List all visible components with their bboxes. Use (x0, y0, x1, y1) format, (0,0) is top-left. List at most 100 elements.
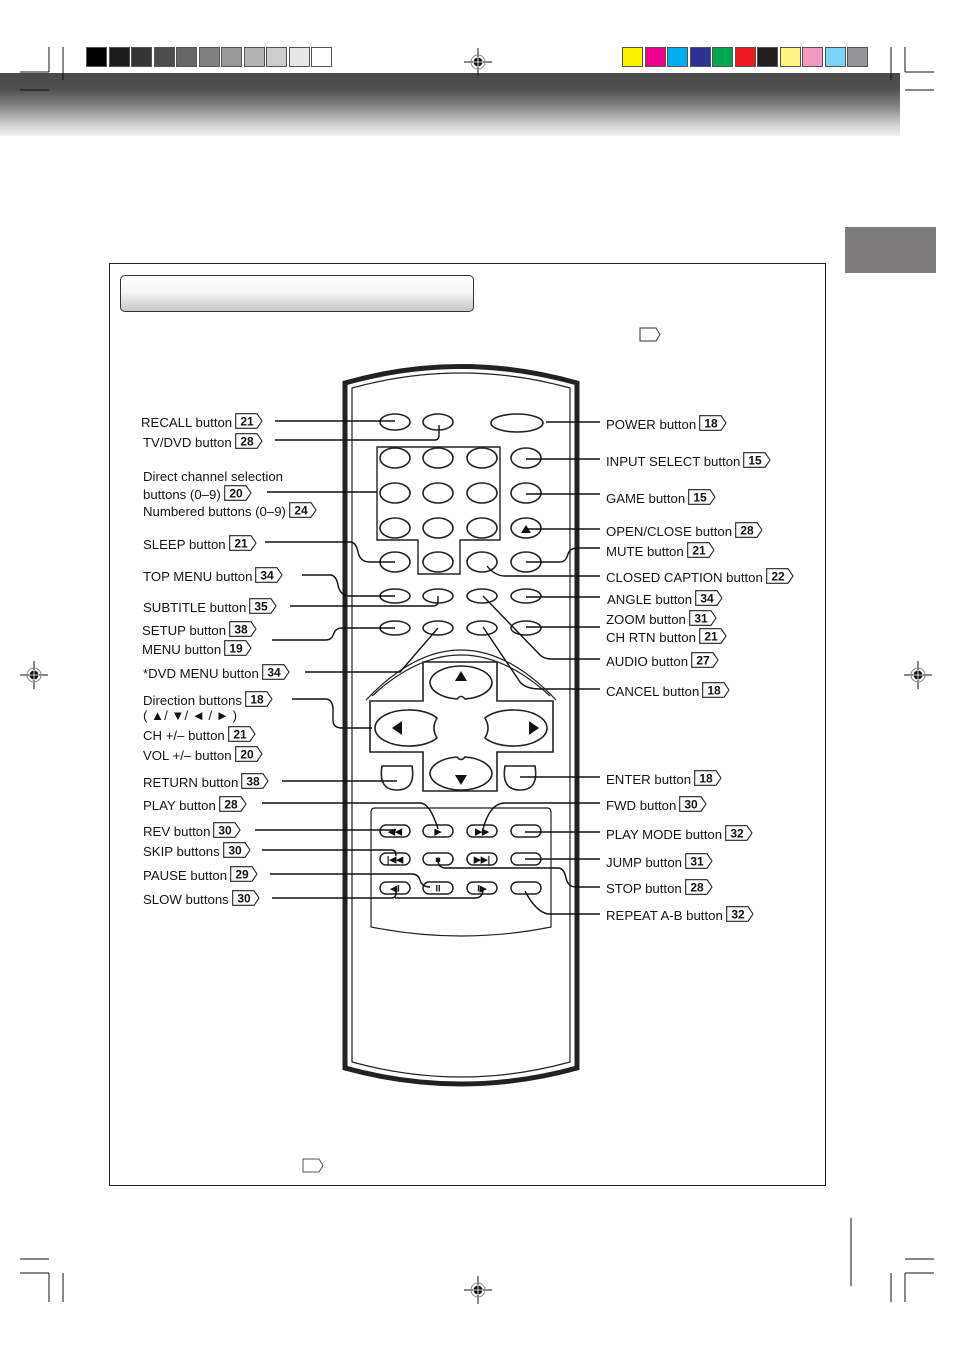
page-ref-badge[interactable]: 18 (702, 682, 731, 698)
svg-text:21: 21 (692, 544, 706, 558)
power-key[interactable] (490, 413, 544, 433)
svg-text:21: 21 (234, 537, 248, 551)
page-ref-badge[interactable]: 22 (765, 568, 795, 584)
page-ref-badge[interactable]: 20 (223, 485, 253, 501)
page-ref-badge[interactable]: 21 (686, 542, 716, 558)
return-key[interactable] (380, 765, 414, 791)
tvdvd-key[interactable] (422, 413, 454, 431)
page-ref-badge[interactable]: 31 (689, 610, 718, 626)
page-ref-badge[interactable]: 27 (691, 652, 720, 668)
callout-text: PAUSE button (143, 868, 228, 883)
svg-text:24: 24 (294, 504, 308, 518)
svg-text:18: 18 (704, 417, 718, 431)
page-ref-tag-icon: 38 (229, 621, 257, 637)
callout-label-ch: CH +/– button 21 (143, 726, 257, 743)
callout-text: SLEEP button (143, 537, 226, 552)
page-ref-badge[interactable]: 18 (694, 770, 723, 786)
number-key[interactable] (379, 447, 411, 469)
number-key-0[interactable] (422, 551, 454, 573)
page-ref-tag-icon: 24 (289, 502, 317, 518)
page-ref-tag-icon: 31 (689, 610, 717, 626)
page-ref-badge[interactable]: 35 (249, 598, 278, 614)
left-key[interactable] (374, 709, 439, 747)
callout-label-slow: SLOW buttons 30 (143, 890, 261, 907)
page-ref-tag-icon: 15 (743, 452, 772, 468)
page-ref-badge[interactable]: 21 (699, 628, 728, 644)
page-ref-tag-icon: 30 (679, 796, 708, 812)
page-ref-badge[interactable]: 21 (227, 726, 257, 742)
callout-label-game: GAME button 15 (606, 489, 717, 506)
svg-text:31: 31 (690, 855, 704, 869)
svg-text:15: 15 (693, 491, 707, 505)
cancel-key[interactable] (466, 620, 498, 636)
number-key[interactable] (466, 482, 498, 504)
page-ref-badge[interactable]: 15 (688, 489, 717, 505)
page-ref-badge[interactable]: 21 (228, 535, 258, 551)
page-ref-badge[interactable]: 28 (234, 433, 264, 449)
number-key[interactable] (379, 517, 411, 539)
page-ref-badge[interactable]: 30 (222, 842, 252, 858)
page-ref-badge[interactable]: 34 (255, 567, 284, 583)
page-ref-badge[interactable]: 29 (230, 866, 259, 882)
svg-text:34: 34 (261, 569, 275, 583)
input-select-key[interactable] (510, 447, 542, 469)
number-key[interactable] (466, 517, 498, 539)
page-ref-badge[interactable]: 18 (699, 415, 728, 431)
page-ref-tag-icon: 34 (261, 664, 290, 680)
number-key[interactable] (422, 482, 454, 504)
page-ref-badge[interactable]: 15 (743, 452, 772, 468)
svg-text:22: 22 (771, 570, 785, 584)
callout-text: FWD button (606, 798, 677, 813)
angle-key[interactable] (510, 588, 542, 604)
page-ref-badge[interactable]: 24 (289, 502, 318, 518)
zoom-chrtn-key[interactable] (510, 620, 542, 636)
callout-text: RETURN button (143, 775, 239, 790)
page-ref-tag-icon: 28 (234, 433, 263, 449)
up-key[interactable] (429, 665, 493, 700)
recall-key[interactable] (379, 413, 411, 431)
number-key[interactable] (422, 447, 454, 469)
number-key[interactable] (379, 482, 411, 504)
page-ref-badge[interactable]: 38 (241, 773, 270, 789)
callout-text: Direction buttons (143, 693, 242, 708)
number-key[interactable] (422, 517, 454, 539)
page-ref-tag-icon: 20 (223, 485, 252, 501)
callout-label-stop: STOP button 28 (606, 879, 714, 896)
number-key[interactable] (466, 447, 498, 469)
callout-label-cc: CLOSED CAPTION button 22 (606, 568, 795, 585)
svg-text:27: 27 (696, 654, 710, 668)
page-ref-badge[interactable]: 30 (679, 796, 708, 812)
page-ref-badge[interactable]: 28 (218, 796, 248, 812)
audio-key[interactable] (466, 588, 498, 604)
page-ref-badge[interactable]: 34 (261, 664, 291, 680)
down-key[interactable] (429, 756, 493, 791)
callout-label-audio: AUDIO button 27 (606, 652, 720, 669)
slow-back-icon: ◀I (389, 884, 399, 894)
page-ref-badge[interactable]: 28 (684, 879, 714, 895)
callout-label-jump: JUMP button 31 (606, 853, 714, 870)
game-key[interactable] (510, 482, 542, 504)
page-ref-tag-icon: 30 (231, 890, 260, 906)
page-ref-badge[interactable]: 38 (229, 621, 258, 637)
enter-key[interactable] (503, 765, 537, 791)
page-ref-badge[interactable]: 32 (725, 906, 755, 922)
play-mode-key[interactable] (510, 824, 542, 838)
page-ref-badge[interactable]: 19 (224, 640, 253, 656)
page-ref-badge[interactable]: 34 (695, 590, 724, 606)
page-ref-tag-icon: 21 (699, 628, 727, 644)
callout-label-zoom: ZOOM button 31 (606, 610, 718, 627)
page-ref-badge[interactable]: 18 (245, 691, 274, 707)
page-ref-badge[interactable]: 30 (231, 890, 261, 906)
page-ref-badge[interactable]: 20 (234, 746, 264, 762)
page-ref-badge[interactable]: 30 (213, 822, 242, 838)
callout-text: OPEN/CLOSE button (606, 524, 733, 539)
page-ref-badge[interactable]: 21 (235, 413, 264, 429)
closed-caption-key[interactable] (466, 551, 498, 573)
page-ref-badge[interactable]: 28 (735, 522, 764, 538)
callout-text: INPUT SELECT button (606, 454, 741, 469)
page-ref-badge[interactable]: 31 (685, 853, 714, 869)
callout-text: PLAY button (143, 798, 216, 813)
page-ref-badge[interactable]: 32 (725, 825, 754, 841)
callout-text: *DVD MENU button (143, 666, 259, 681)
callout-text: RECALL button (141, 415, 233, 430)
